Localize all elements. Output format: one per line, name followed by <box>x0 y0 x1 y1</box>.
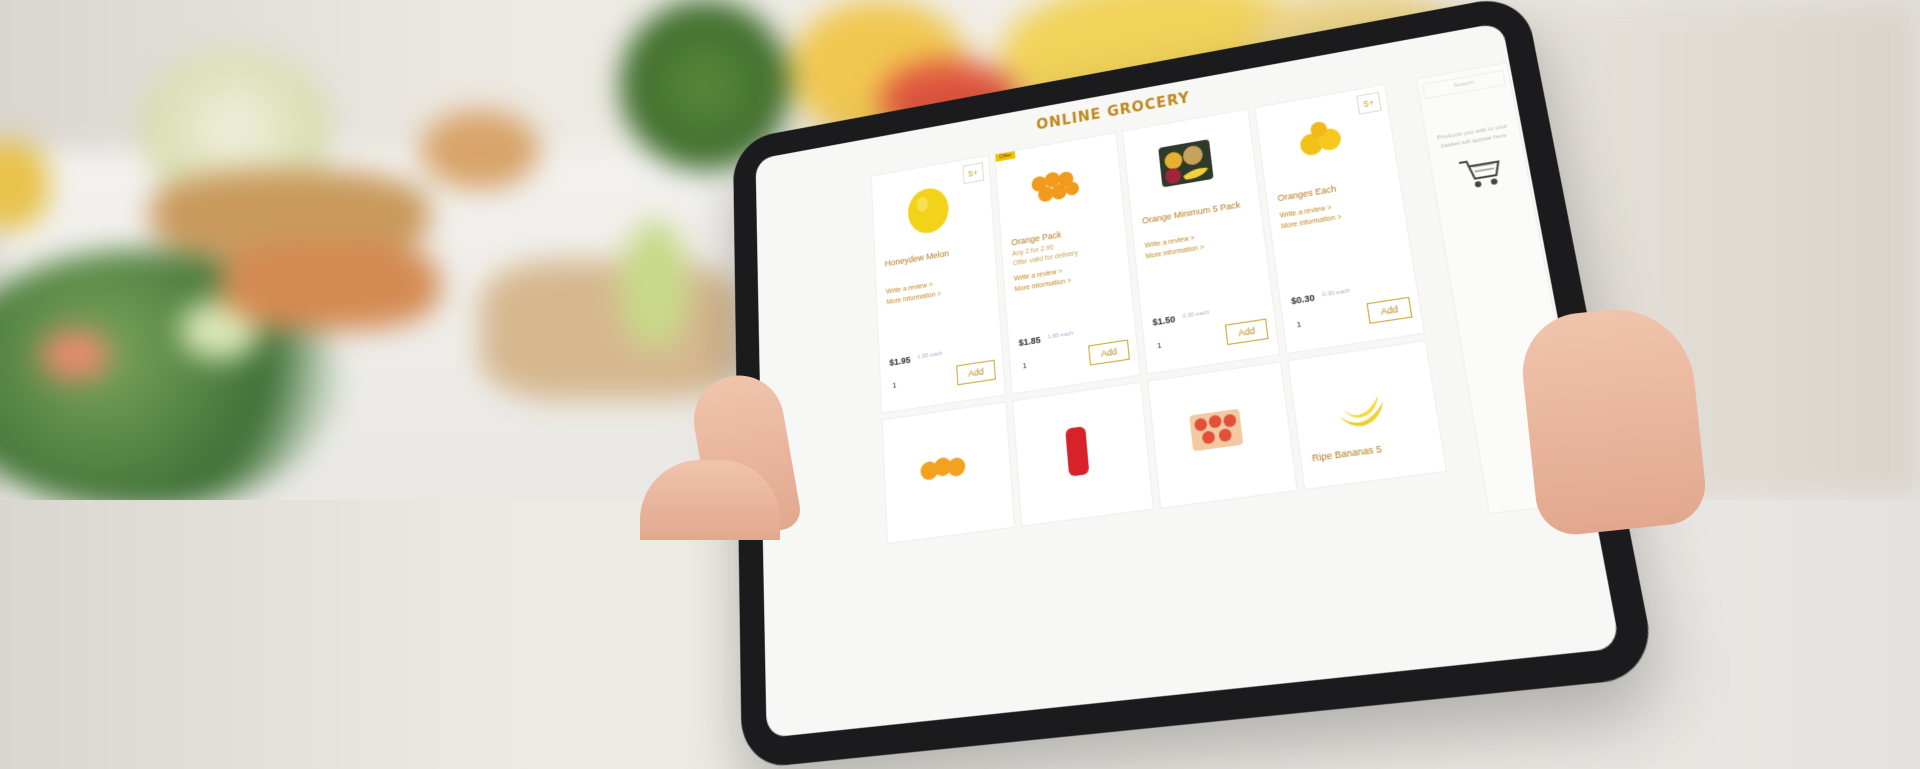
lemons-icon <box>1298 120 1343 157</box>
melon-icon <box>906 185 950 237</box>
product-card-red-net[interactable] <box>1012 381 1154 527</box>
tablet-device: ONLINE GROCERY 5+ Honeydew Melon Write a… <box>0 0 1920 769</box>
unit-price: 1.95 each <box>917 350 943 361</box>
quantity-input[interactable]: 1 <box>1296 320 1302 330</box>
product-card-ripe-bananas[interactable]: Ripe Bananas 5 <box>1287 340 1448 491</box>
product-name: Orange Minimum 5 Pack <box>1141 199 1241 226</box>
unit-price: 0.30 each <box>1321 288 1351 299</box>
product-price: $1.85 <box>1018 334 1041 348</box>
product-grid: 5+ Honeydew Melon Write a review > More … <box>870 80 1472 545</box>
bananas-icon <box>1338 395 1387 430</box>
orange-net-icon <box>920 456 966 482</box>
tablet-screen: ONLINE GROCERY 5+ Honeydew Melon Write a… <box>755 22 1621 738</box>
product-name: Ripe Bananas 5 <box>1311 443 1383 464</box>
add-to-basket-button[interactable]: Add <box>1224 318 1269 346</box>
tablet-bezel: ONLINE GROCERY 5+ Honeydew Melon Write a… <box>732 0 1659 769</box>
tomatoes-icon <box>1189 408 1244 452</box>
unit-price: 1.85 each <box>1047 330 1074 341</box>
add-to-basket-button[interactable]: Add <box>1088 339 1130 366</box>
cart-icon[interactable] <box>1456 152 1505 193</box>
quantity-badge: 5+ <box>962 162 985 185</box>
product-card-orange-pack[interactable]: Offer Orange Pack Any 2 for 2.90 Offer v… <box>994 131 1141 395</box>
quantity-badge: 5+ <box>1356 91 1382 115</box>
product-card-honeydew-melon[interactable]: 5+ Honeydew Melon Write a review > More … <box>870 154 1006 414</box>
right-hand <box>1516 301 1710 539</box>
add-to-basket-button[interactable]: Add <box>1366 296 1413 324</box>
product-card-oranges-each[interactable]: 5+ Oranges Each Write a review > More in… <box>1254 83 1425 355</box>
product-price: $1.95 <box>889 354 911 368</box>
product-card-orange-minimum[interactable]: Orange Minimum 5 Pack Write a review > M… <box>1122 108 1281 375</box>
product-name: Honeydew Melon <box>884 248 950 269</box>
quantity-input[interactable]: 1 <box>1157 341 1162 351</box>
empty-basket-message: Products you add to your basket will app… <box>1436 123 1509 150</box>
product-name: Oranges Each <box>1276 183 1337 204</box>
red-net-icon <box>1065 426 1090 477</box>
search-input[interactable]: Search <box>1421 69 1507 100</box>
product-price: $1.50 <box>1152 314 1176 328</box>
quantity-input[interactable]: 1 <box>1022 361 1027 371</box>
quantity-input[interactable]: 1 <box>892 381 897 390</box>
mixed-fruit-icon <box>1158 139 1214 188</box>
unit-price: 0.30 each <box>1182 309 1210 320</box>
product-price: $0.30 <box>1290 292 1316 307</box>
product-card-orange-net[interactable] <box>881 401 1016 545</box>
add-to-basket-button[interactable]: Add <box>956 359 996 386</box>
orange-pack-icon <box>1031 170 1080 203</box>
offer-tag: Offer <box>995 151 1016 162</box>
product-card-tomatoes[interactable] <box>1147 361 1298 509</box>
